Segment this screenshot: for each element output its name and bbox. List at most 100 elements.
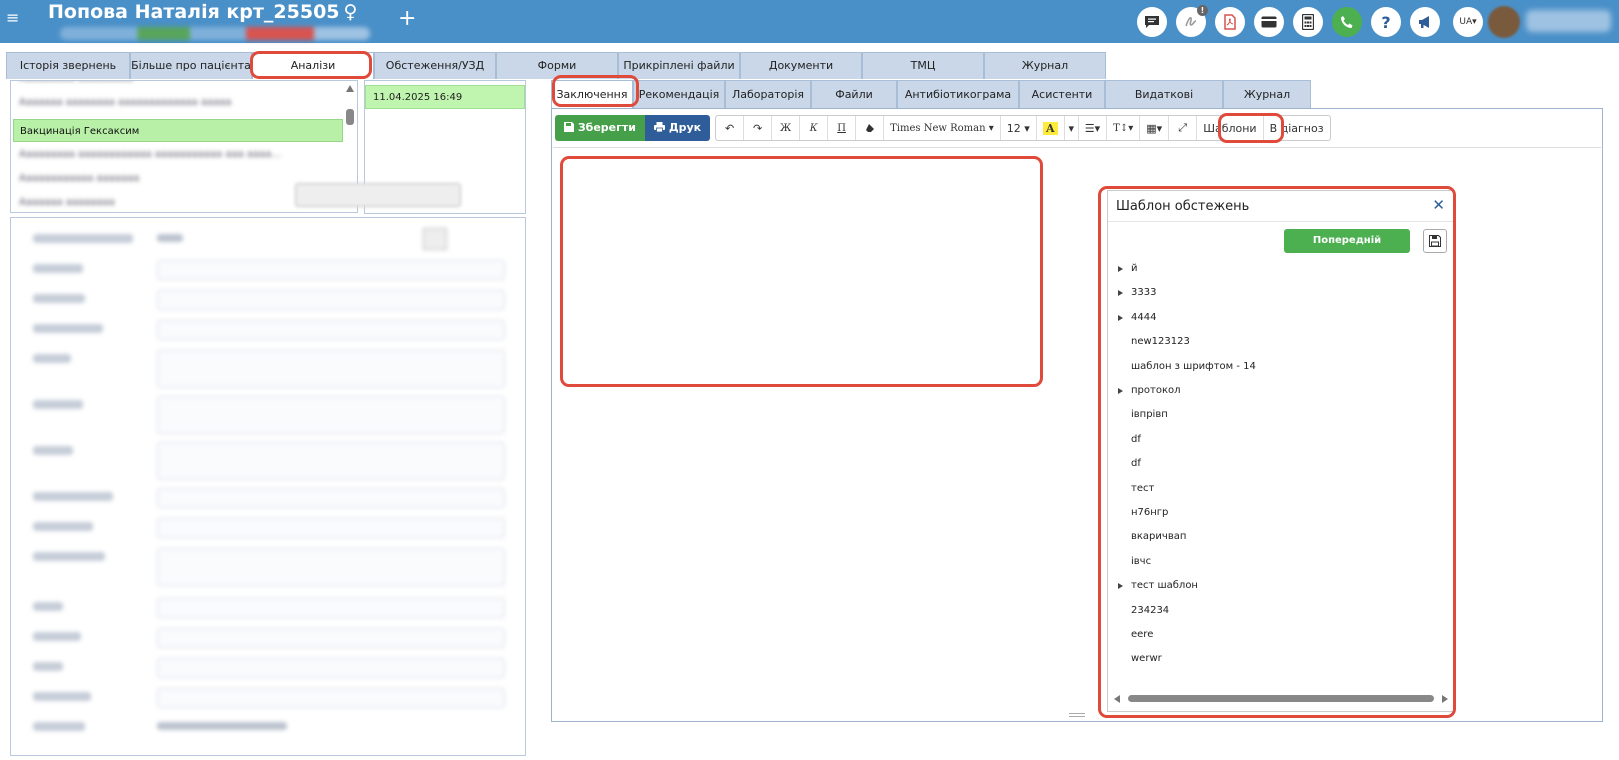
list-item[interactable]: Ааааааааа ааааааааа — [13, 81, 343, 90]
eraser-icon[interactable] — [856, 116, 885, 140]
select-field[interactable] — [157, 260, 505, 280]
templates-button[interactable]: Шаблони — [1197, 116, 1264, 140]
tab-examinations[interactable]: Обстеження/УЗД — [374, 52, 496, 79]
italic-button[interactable]: К — [800, 116, 829, 140]
input-field[interactable] — [157, 628, 505, 648]
textarea-field[interactable] — [157, 548, 505, 586]
scroll-left-icon[interactable] — [1114, 695, 1120, 703]
select-field[interactable] — [157, 290, 505, 310]
expand-arrow-icon[interactable] — [1118, 266, 1123, 272]
redo-icon[interactable]: ↷ — [744, 116, 773, 140]
tab-expense-materials[interactable]: Видаткові матеріали — [1105, 80, 1223, 128]
template-tree-item[interactable]: тест — [1131, 483, 1154, 494]
list-item[interactable]: Ааааааа аааааааа — [13, 191, 343, 212]
template-tree-item[interactable]: протокол — [1131, 385, 1181, 396]
fullscreen-icon[interactable]: ⤢ — [1169, 116, 1198, 140]
select-field[interactable] — [157, 658, 505, 678]
menu-icon[interactable]: ≡ — [6, 10, 22, 26]
to-diagnosis-button[interactable]: В діагноз — [1264, 116, 1330, 140]
chat-icon[interactable] — [1137, 7, 1167, 37]
template-tree-item[interactable]: н76нгр — [1131, 507, 1168, 518]
pdf-icon[interactable] — [1215, 7, 1245, 37]
save-button[interactable]: Зберегти — [555, 115, 645, 141]
select-field[interactable] — [157, 320, 505, 340]
template-tree-item[interactable]: 234234 — [1131, 605, 1169, 616]
tab-recommendation[interactable]: Рекомендація — [633, 80, 725, 108]
highlight-color-button[interactable]: A — [1037, 116, 1065, 140]
language-selector[interactable]: UA▾ — [1453, 7, 1483, 37]
tree-horizontal-scrollbar[interactable] — [1114, 693, 1448, 705]
user-avatar[interactable] — [1488, 6, 1520, 38]
scroll-thumb[interactable] — [1128, 695, 1434, 702]
tab-analyses[interactable]: Аналізи — [252, 52, 374, 79]
save-template-button[interactable] — [1423, 229, 1447, 253]
tab-laboratory[interactable]: Лабораторія — [725, 80, 811, 108]
template-tree-item[interactable]: new123123 — [1131, 336, 1190, 347]
help-icon[interactable]: ? — [1371, 7, 1401, 37]
tab-documents[interactable]: Документи — [740, 52, 862, 79]
text-size-button[interactable]: T↕ ▾ — [1107, 116, 1141, 140]
highlight-dropdown-icon[interactable]: ▾ — [1065, 116, 1079, 140]
align-icon[interactable]: ☰▾ — [1079, 116, 1108, 140]
input-field[interactable] — [157, 598, 505, 618]
expand-arrow-icon[interactable] — [1118, 290, 1123, 297]
calculator-icon[interactable] — [1293, 7, 1323, 37]
signature-icon[interactable]: ! — [1176, 5, 1208, 37]
tab-attached-files[interactable]: Прикріплені файли — [618, 52, 740, 79]
tab-history[interactable]: Історія звернень — [6, 52, 130, 79]
textarea-field[interactable] — [157, 442, 505, 480]
phone-icon[interactable] — [1332, 7, 1362, 37]
scroll-right-icon[interactable] — [1442, 695, 1448, 703]
megaphone-icon[interactable] — [1410, 7, 1440, 37]
underline-button[interactable]: П — [828, 116, 857, 140]
scroll-up-icon[interactable] — [346, 85, 354, 92]
expand-arrow-icon[interactable] — [1118, 314, 1123, 321]
date-item-selected[interactable]: 11.04.2025 16:49 — [365, 85, 525, 109]
tab-forms[interactable]: Форми — [496, 52, 618, 79]
resize-handle[interactable] — [1069, 713, 1085, 717]
list-item[interactable]: Ааааааа аааааааа ааааааааааааа ааааа — [13, 91, 343, 114]
preview-button[interactable]: Попередній перегляд — [1284, 229, 1410, 270]
template-tree-item[interactable]: werwr — [1131, 653, 1162, 664]
select-field[interactable] — [157, 688, 505, 708]
template-tree-item[interactable]: 3333 — [1131, 287, 1156, 298]
tab-subjournal[interactable]: Журнал — [1223, 80, 1311, 108]
list-item[interactable]: Аааааааааааа ааааааа — [13, 167, 343, 190]
close-icon[interactable]: ✕ — [1432, 196, 1445, 214]
template-tree-item[interactable]: тест шаблон — [1131, 580, 1198, 591]
tab-inventory[interactable]: ТМЦ — [862, 52, 984, 79]
undo-icon[interactable]: ↶ — [716, 116, 745, 140]
tab-journal[interactable]: Журнал — [984, 52, 1106, 79]
font-family-select[interactable]: Times New Roman ▾ — [884, 116, 1001, 140]
template-tree-item[interactable]: івчс — [1131, 556, 1151, 567]
icon-button[interactable] — [423, 228, 447, 250]
print-button[interactable]: Друк — [644, 115, 711, 141]
template-tree-item[interactable]: df — [1131, 458, 1141, 469]
blurred-button[interactable] — [295, 183, 461, 207]
textarea-field[interactable] — [157, 396, 505, 434]
expand-arrow-icon[interactable] — [1118, 388, 1123, 394]
card-icon[interactable] — [1254, 7, 1284, 37]
tab-assistants[interactable]: Асистенти — [1019, 80, 1105, 108]
tab-conclusion[interactable]: Заключення — [551, 80, 633, 108]
template-tree-item[interactable]: 4444 — [1131, 312, 1156, 323]
scroll-thumb[interactable] — [346, 109, 354, 125]
template-tree-item[interactable]: й — [1131, 263, 1138, 274]
expand-arrow-icon[interactable] — [1118, 583, 1123, 590]
add-tab-button[interactable]: + — [398, 8, 416, 30]
tab-antibiogram[interactable]: Антибіотикограма — [897, 80, 1019, 108]
font-size-select[interactable]: 12 ▾ — [1001, 116, 1037, 140]
list-item[interactable]: Ааааааааа аааааааааааа ааааааааааа ааа а… — [13, 143, 343, 166]
input-field[interactable] — [157, 488, 505, 508]
tab-files[interactable]: Файли — [811, 80, 897, 108]
template-tree-item[interactable]: івпрівп — [1131, 409, 1168, 420]
template-tree-item[interactable]: eere — [1131, 629, 1153, 640]
list-item-selected[interactable]: Вакцинація Гексаксим — [13, 119, 343, 142]
template-tree-item[interactable]: вкаричвап — [1131, 531, 1186, 542]
input-field[interactable] — [157, 518, 505, 538]
template-tree-item[interactable]: шаблон з шрифтом - 14 — [1131, 361, 1256, 372]
bold-button[interactable]: Ж — [772, 116, 801, 140]
template-tree-item[interactable]: df — [1131, 434, 1141, 445]
tab-patient-info[interactable]: Більше про пацієнта — [130, 52, 252, 79]
table-icon[interactable]: ▦▾ — [1140, 116, 1170, 140]
